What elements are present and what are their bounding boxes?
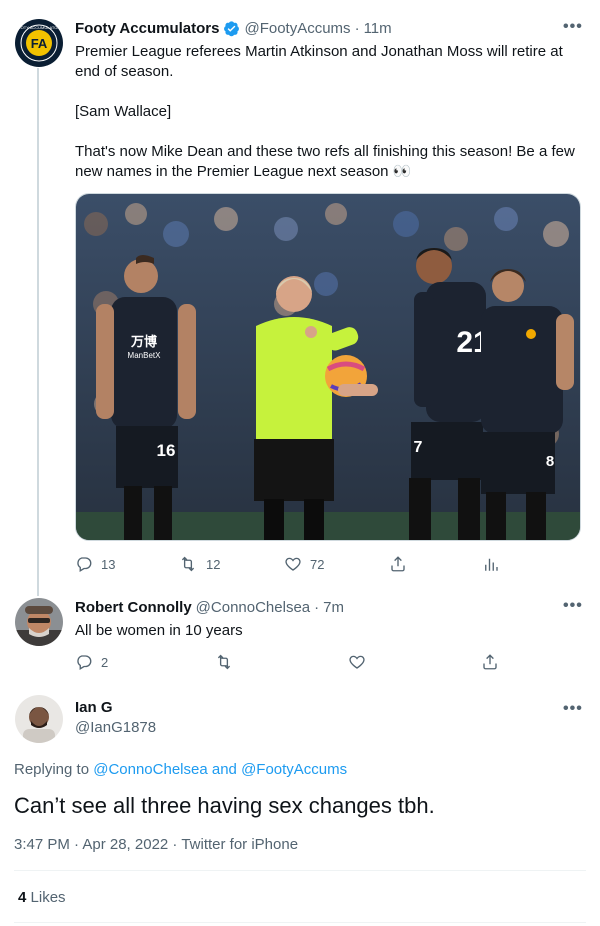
tweet2-like-button[interactable] [348, 653, 366, 671]
reply-icon [77, 557, 92, 572]
svg-text:FOOTY ACCUMULATORS: FOOTY ACCUMULATORS [15, 25, 63, 30]
share-icon [483, 654, 497, 670]
tweet1-more-options-icon[interactable]: ••• [563, 18, 583, 36]
tweet2-header: Robert Connolly @ConnoChelsea · 7m [75, 599, 344, 616]
likes-label: Likes [30, 889, 66, 906]
tweet2-retweet-button[interactable] [214, 653, 234, 671]
shirt-number-left: 16 [157, 441, 176, 460]
tweet1-author-name[interactable]: Footy Accumulators [75, 20, 219, 37]
replying-to-and: and [207, 761, 242, 778]
tweet1-like-count: 72 [310, 556, 325, 572]
shirt-number-mid-shorts: 7 [414, 439, 423, 456]
robert-connolly-avatar[interactable] [15, 598, 63, 646]
sponsor-text-b: ManBetX [128, 351, 162, 360]
tweet3-author-name[interactable]: Ian G [75, 699, 113, 716]
tweet2-author-handle[interactable]: @ConnoChelsea [196, 599, 310, 616]
tweet2-reply-button[interactable]: 2 [75, 653, 108, 671]
tweet1-text-paragraph-2: [Sam Wallace] [75, 103, 172, 120]
svg-text:FA: FA [31, 36, 48, 51]
analytics-icon [485, 558, 498, 571]
thread-line [37, 68, 39, 596]
tweet1-timestamp[interactable]: 11m [364, 20, 392, 37]
tweet1-text-paragraph-1: Premier League referees Martin Atkinson … [75, 43, 563, 80]
share-icon [391, 556, 405, 572]
tweet2-more-options-icon[interactable]: ••• [563, 597, 583, 615]
tweet2-timestamp[interactable]: 7m [323, 599, 344, 616]
tweet2-text: All be women in 10 years [75, 622, 243, 639]
tweet1-reply-button[interactable]: 13 [75, 555, 115, 573]
tweet1-text-paragraph-3: That's now Mike Dean and these two refs … [75, 143, 575, 180]
tweet1-photo[interactable]: 万博 ManBetX 16 21 7 8 [75, 193, 581, 541]
verified-badge-icon [224, 21, 240, 37]
tweet3-author-handle[interactable]: @IanG1878 [75, 719, 156, 736]
sponsor-text-a: 万博 [130, 334, 157, 349]
retweet-icon [181, 556, 195, 572]
tweet1-analytics-button[interactable] [482, 555, 500, 573]
divider [14, 870, 586, 871]
fa-logo-icon: FA FOOTY ACCUMULATORS [15, 20, 63, 66]
tweet1-retweet-count: 12 [206, 556, 221, 572]
replying-to-user-1-link[interactable]: @ConnoChelsea [93, 761, 207, 778]
replying-to-label: Replying to [14, 761, 94, 778]
dot-separator: · [354, 20, 360, 37]
shirt-number-right: 8 [546, 453, 554, 470]
tweet3-more-options-icon[interactable]: ••• [563, 700, 583, 718]
replying-to-line: Replying to @ConnoChelsea and @FootyAccu… [14, 761, 347, 778]
tweet2-share-button[interactable] [481, 653, 499, 671]
tweet1-retweet-button[interactable]: 12 [178, 555, 220, 573]
footy-accumulators-avatar[interactable]: FA FOOTY ACCUMULATORS [15, 19, 63, 67]
replying-to-user-2-link[interactable]: @FootyAccums [241, 761, 347, 778]
tweet3-likes-summary[interactable]: 4 Likes [18, 889, 66, 906]
tweet3-text: Can’t see all three having sex changes t… [14, 793, 435, 818]
user-photo-icon [15, 695, 63, 743]
retweet-icon [217, 654, 231, 670]
tweet2-reply-count: 2 [101, 654, 109, 670]
heart-icon [349, 655, 365, 669]
tweet1-reply-count: 13 [101, 556, 116, 572]
tweet2-author-name[interactable]: Robert Connolly [75, 599, 192, 616]
reply-icon [77, 655, 92, 670]
referee-and-players-photo: 万博 ManBetX 16 21 7 8 [76, 194, 580, 540]
tweet1-share-button[interactable] [389, 555, 407, 573]
tweet1-header: Footy Accumulators @FootyAccums · 11m [75, 20, 392, 37]
dot-separator: · [314, 599, 320, 616]
tweet3-timestamp[interactable]: 3:47 PM · Apr 28, 2022 · Twitter for iPh… [14, 836, 298, 853]
ian-g-avatar[interactable] [15, 695, 63, 743]
user-photo-icon [15, 598, 63, 646]
tweet1-author-handle[interactable]: @FootyAccums [244, 20, 350, 37]
heart-icon [285, 557, 301, 571]
divider [14, 922, 586, 923]
tweet1-like-button[interactable]: 72 [284, 555, 324, 573]
likes-count: 4 [18, 889, 27, 906]
